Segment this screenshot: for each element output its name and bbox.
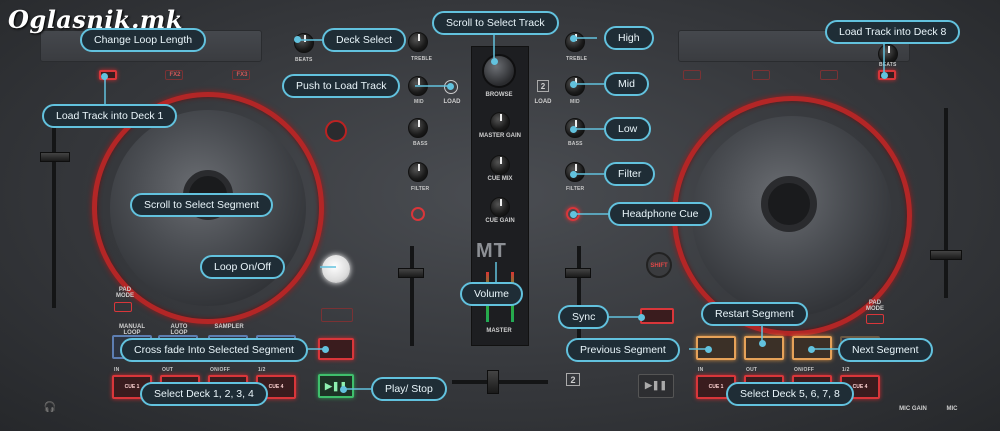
dot-mid (570, 81, 577, 88)
callout-push-to-load-track: Push to Load Track (282, 74, 401, 98)
callout-sync: Sync (558, 305, 610, 329)
dot-deck-select (294, 36, 301, 43)
callout-next-segment: Next Segment (838, 338, 933, 362)
dot-restart (759, 340, 766, 347)
callout-select-deck-5678: Select Deck 5, 6, 7, 8 (726, 382, 854, 406)
callout-high: High (604, 26, 654, 50)
callout-loop-on-off: Loop On/Off (200, 255, 286, 279)
callout-deck-select: Deck Select (322, 28, 407, 52)
callout-cross-fade: Cross fade Into Selected Segment (120, 338, 308, 362)
callout-select-deck-1234: Select Deck 1, 2, 3, 4 (140, 382, 268, 406)
dot-high (570, 35, 577, 42)
callout-play-stop: Play/ Stop (371, 377, 447, 401)
callout-load-track-deck-8: Load Track into Deck 8 (825, 20, 961, 44)
callout-filter: Filter (604, 162, 656, 186)
dot-load-deck-1 (101, 73, 108, 80)
callout-previous-segment: Previous Segment (566, 338, 680, 362)
controller-diagram: FX2 FX3 PAD MODE PAD MODE BEATS TREBLE M… (0, 0, 1000, 431)
callout-restart-segment: Restart Segment (701, 302, 808, 326)
dot-previous (705, 346, 712, 353)
callout-change-loop-length: Change Loop Length (80, 28, 207, 52)
dot-play (340, 386, 347, 393)
callout-scroll-to-select-track: Scroll to Select Track (432, 11, 559, 35)
dot-next (808, 346, 815, 353)
callout-mid: Mid (604, 72, 649, 96)
callout-scroll-to-select-segment: Scroll to Select Segment (130, 193, 273, 217)
callout-volume: Volume (460, 282, 524, 306)
dot-scroll-track (491, 58, 498, 65)
callout-low: Low (604, 117, 652, 141)
callout-headphone-cue: Headphone Cue (608, 202, 713, 226)
dot-push-load (447, 83, 454, 90)
dot-headphone-cue (570, 211, 577, 218)
dot-low (570, 126, 577, 133)
dot-crossfade (322, 346, 329, 353)
callout-load-track-deck-1: Load Track into Deck 1 (42, 104, 178, 128)
dot-load-deck-8 (881, 72, 888, 79)
dot-filter (570, 171, 577, 178)
dot-sync (638, 314, 645, 321)
